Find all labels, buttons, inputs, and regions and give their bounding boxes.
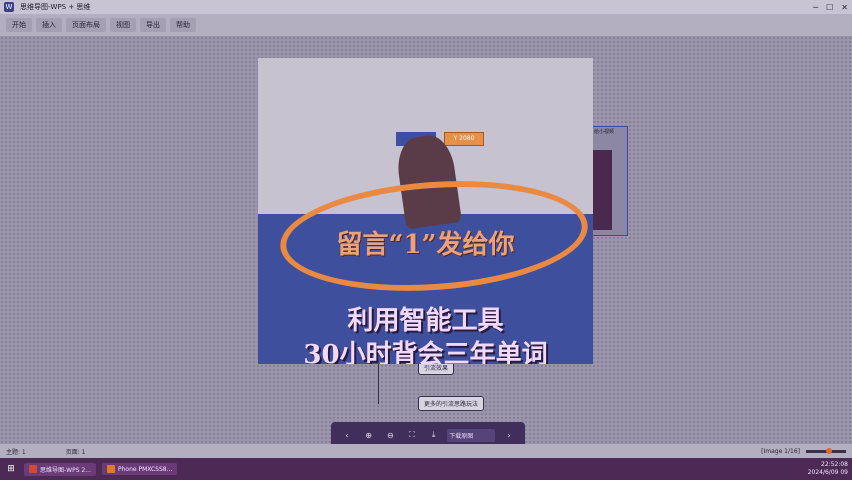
zoom-in-icon[interactable]: ⊕ (361, 427, 377, 443)
minimize-button[interactable]: ─ (813, 3, 818, 12)
task-label: Phone PMXCSS8... (117, 465, 173, 473)
node-label: 更多的引流思路玩法 (424, 401, 479, 408)
system-tray: 22:52:08 2024/6/09 09 (808, 461, 848, 477)
clock-time: 22:52:08 (821, 461, 848, 468)
maximize-button[interactable]: ☐ (826, 3, 833, 12)
close-button[interactable]: ✕ (841, 3, 848, 12)
os-taskbar: ⊞ 思维导图-WPS 2... Phone PMXCSS8... 22:52:0… (0, 458, 852, 480)
tab-view[interactable]: 视图 (110, 18, 136, 32)
download-original-button[interactable]: 下载原图 (447, 428, 496, 442)
side-thumbnail (592, 150, 612, 230)
taskbar-item[interactable]: Phone PMXCSS8... (101, 463, 178, 475)
taskbar-item[interactable]: 思维导图-WPS 2... (24, 462, 96, 476)
tab-export[interactable]: 导出 (140, 18, 166, 32)
image-counter: [Image 1/16] (761, 447, 800, 455)
phone-app-icon (106, 465, 115, 473)
status-theme: 主题: 1 (6, 448, 26, 456)
task-label: 思维导图-WPS 2... (40, 466, 91, 474)
wps-icon (29, 465, 37, 473)
windows-start-icon[interactable]: ⊞ (4, 462, 18, 476)
connector-line (378, 360, 379, 404)
tab-help[interactable]: 帮助 (170, 18, 196, 32)
video-preview[interactable]: Y 2080 留言“1”发给你 利用智能工具 30小时背会三年单词 (258, 58, 593, 364)
promo-text: 留言“1”发给你 (336, 230, 515, 260)
ribbon-toolbar: 开始 插入 页面布局 视图 导出 帮助 (0, 14, 852, 36)
zoom-out-icon[interactable]: ⊖ (382, 427, 398, 443)
headline-line-1: 利用智能工具 (347, 306, 504, 336)
fullscreen-icon[interactable]: ⛶ (404, 427, 420, 443)
price-tag: Y 2080 (444, 132, 484, 146)
tab-start[interactable]: 开始 (6, 18, 32, 32)
save-icon[interactable]: ⤓ (426, 427, 442, 443)
tab-insert[interactable]: 插入 (36, 18, 62, 32)
zoom-slider[interactable] (806, 447, 846, 454)
prev-icon[interactable]: ‹ (339, 427, 355, 443)
status-page: 页面: 1 (65, 448, 86, 456)
window-title: 思维导图-WPS + 思维 (20, 3, 91, 11)
clock[interactable]: 22:52:08 2024/6/09 09 (808, 461, 848, 477)
tab-layout[interactable]: 页面布局 (66, 18, 106, 32)
title-bar: W 思维导图-WPS + 思维 ─ ☐ ✕ (0, 0, 852, 14)
clock-date: 2024/6/09 09 (807, 469, 848, 476)
zoom-control: [Image 1/16] (761, 447, 846, 455)
headline-line-2: 30小时背会三年单词 (303, 340, 548, 364)
side-label: 给小视频 (594, 129, 615, 135)
next-icon[interactable]: › (501, 427, 517, 443)
status-bar: 主题: 1 页面: 1 [Image 1/16] (0, 444, 852, 458)
zoom-thumb[interactable] (826, 447, 832, 454)
window-controls: ─ ☐ ✕ (813, 3, 848, 12)
mindmap-node[interactable]: 更多的引流思路玩法 (418, 396, 485, 411)
node-label: 引流效果 (424, 365, 449, 372)
app-logo: W (4, 2, 14, 12)
